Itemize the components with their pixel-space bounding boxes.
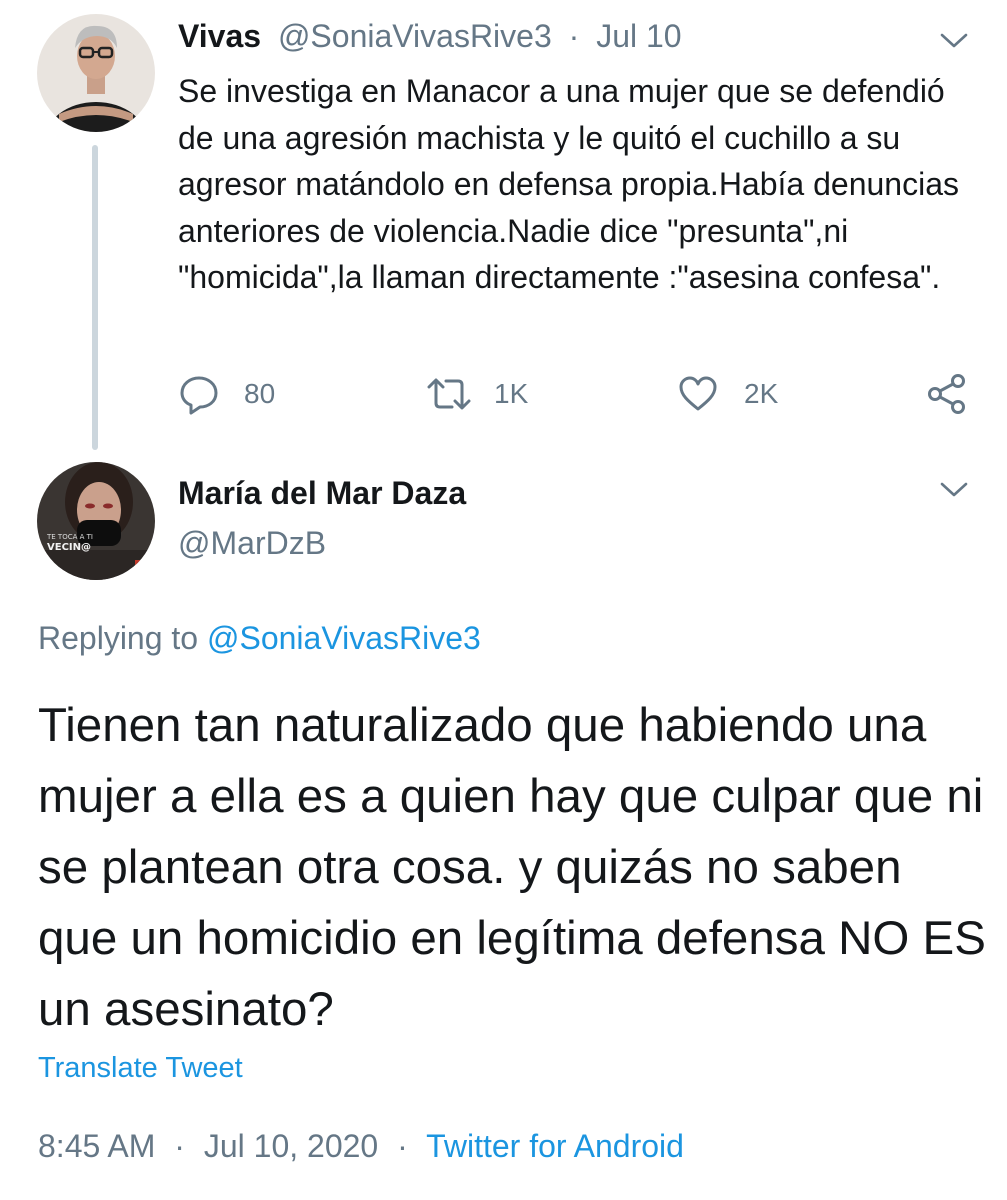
reply-count: 80 bbox=[244, 378, 276, 409]
like-icon bbox=[679, 376, 717, 411]
main-tweet-menu-button[interactable] bbox=[938, 480, 970, 505]
tweet-time[interactable]: 8:45 AM bbox=[38, 1128, 155, 1164]
tweet-date[interactable]: Jul 10, 2020 bbox=[204, 1128, 378, 1164]
avatar-caption-line1: TE TOCA A TI bbox=[46, 533, 93, 541]
tweet-metadata: 8:45 AM · Jul 10, 2020 · Twitter for And… bbox=[38, 1128, 694, 1165]
replying-to-handle-link[interactable]: @SoniaVivasRive3 bbox=[207, 620, 481, 656]
chevron-down-icon bbox=[940, 33, 968, 48]
replying-to-label: Replying to bbox=[38, 620, 199, 656]
avatar-caption-line2: VECIN@ bbox=[47, 542, 91, 553]
share-icon bbox=[928, 374, 965, 414]
avatar-vivas[interactable] bbox=[37, 14, 155, 132]
parent-tweet-menu-button[interactable] bbox=[938, 31, 970, 56]
parent-author-name[interactable]: Vivas bbox=[178, 18, 261, 54]
like-count: 2K bbox=[744, 378, 779, 409]
retweet-action[interactable]: 1K bbox=[426, 372, 528, 416]
header-separator: · bbox=[568, 18, 580, 54]
translate-tweet-link[interactable]: Translate Tweet bbox=[38, 1052, 243, 1085]
avatar-mardzb[interactable]: TE TOCA A TI VECIN@ bbox=[37, 462, 155, 580]
retweet-count: 1K bbox=[494, 378, 529, 409]
share-button[interactable] bbox=[926, 372, 968, 416]
chevron-down-icon bbox=[940, 482, 968, 497]
parent-tweet-date[interactable]: Jul 10 bbox=[596, 18, 681, 54]
meta-separator: · bbox=[174, 1128, 185, 1164]
main-tweet-text: Tienen tan naturalizado que habiendo una… bbox=[38, 699, 986, 1036]
meta-separator: · bbox=[397, 1128, 408, 1164]
parent-author-handle[interactable]: @SoniaVivasRive3 bbox=[278, 18, 552, 54]
main-author-handle[interactable]: @MarDzB bbox=[178, 525, 326, 562]
thread-connector-line bbox=[92, 145, 98, 450]
like-action[interactable]: 2K bbox=[678, 372, 778, 416]
avatar-vivas-image bbox=[37, 14, 155, 132]
reply-action[interactable]: 80 bbox=[178, 372, 275, 416]
replying-to-line: Replying to @SoniaVivasRive3 bbox=[38, 620, 481, 657]
parent-tweet-text: Se investiga en Manacor a una mujer que … bbox=[178, 73, 959, 295]
avatar-mardzb-image: TE TOCA A TI VECIN@ bbox=[37, 462, 155, 580]
parent-tweet-header: Vivas @SoniaVivasRive3 · Jul 10 bbox=[178, 18, 690, 55]
retweet-icon bbox=[427, 378, 471, 410]
reply-icon bbox=[180, 376, 218, 415]
main-author-name[interactable]: María del Mar Daza bbox=[178, 475, 466, 512]
tweet-source-link[interactable]: Twitter for Android bbox=[426, 1128, 684, 1164]
